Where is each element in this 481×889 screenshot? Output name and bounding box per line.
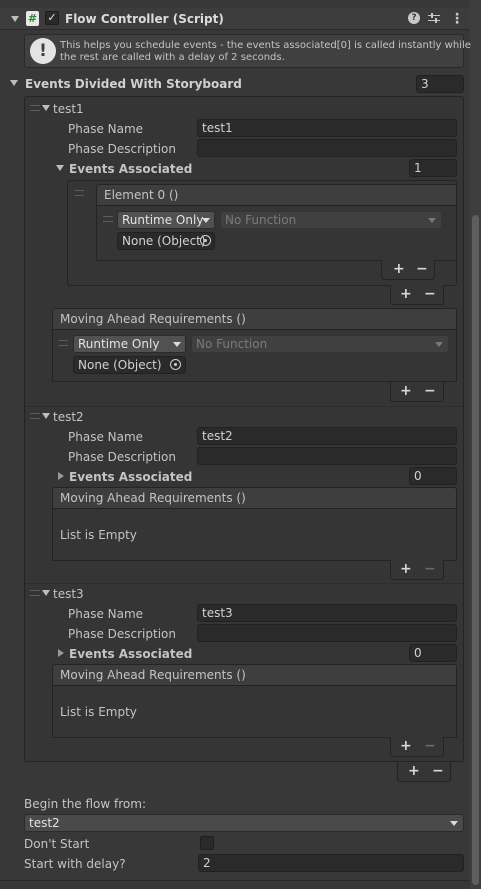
phase-description-label: Phase Description bbox=[68, 450, 176, 464]
remove-button[interactable]: − bbox=[424, 286, 436, 302]
moving-ahead-plus-minus: + − bbox=[390, 382, 444, 402]
presets-icon[interactable] bbox=[428, 12, 440, 24]
events-foldout-arrow-icon[interactable] bbox=[10, 80, 18, 86]
help-text-line2: the rest are called with a delay of 2 se… bbox=[60, 52, 285, 63]
help-box: ! This helps you schedule events - the e… bbox=[24, 34, 471, 68]
list-empty-text: List is Empty bbox=[60, 528, 137, 542]
drag-handle-icon[interactable] bbox=[74, 190, 84, 196]
dropdown-arrow-icon bbox=[428, 218, 436, 223]
events-associated-arrow-icon[interactable] bbox=[56, 165, 64, 171]
events-associated-label[interactable]: Events Associated bbox=[69, 646, 192, 662]
more-options-icon[interactable]: ⋮ bbox=[450, 11, 464, 27]
phase-foldout-arrow-icon[interactable] bbox=[42, 105, 50, 111]
events-associated-arrow-icon[interactable] bbox=[58, 649, 64, 657]
events-list-plus-minus: + − bbox=[397, 762, 451, 782]
add-button[interactable]: + bbox=[393, 261, 405, 277]
add-button[interactable]: + bbox=[400, 286, 412, 302]
component-header[interactable]: # ✓ Flow Controller (Script) ? ⋮ bbox=[0, 8, 470, 30]
phase-foldout-arrow-icon[interactable] bbox=[42, 413, 50, 419]
info-icon: ! bbox=[30, 38, 56, 64]
object-picker-icon[interactable] bbox=[200, 235, 211, 246]
events-associated-size-field[interactable]: 0 bbox=[409, 644, 457, 662]
help-text-line1: This helps you schedule events - the eve… bbox=[60, 40, 471, 51]
phase-name-field[interactable]: test2 bbox=[197, 427, 457, 445]
phase-description-field[interactable] bbox=[197, 624, 457, 642]
add-button[interactable]: + bbox=[400, 738, 412, 754]
events-associated-arrow-icon[interactable] bbox=[58, 472, 64, 480]
phase-name-label: Phase Name bbox=[68, 607, 144, 621]
phase-row-divider bbox=[25, 406, 463, 407]
phase-description-label: Phase Description bbox=[68, 142, 176, 156]
begin-flow-label: Begin the flow from: bbox=[24, 797, 146, 811]
phase-name-label: Phase Name bbox=[68, 430, 144, 444]
add-button[interactable]: + bbox=[408, 763, 420, 779]
phase-title-test3[interactable]: test3 bbox=[53, 586, 84, 602]
moving-ahead-plus-minus: + − bbox=[390, 560, 444, 580]
phase-name-field[interactable]: test1 bbox=[197, 119, 457, 137]
moving-ahead-plus-minus: + − bbox=[390, 737, 444, 757]
drag-handle-icon[interactable] bbox=[30, 105, 40, 111]
phase-description-label: Phase Description bbox=[68, 627, 176, 641]
phase-name-field[interactable]: test3 bbox=[197, 604, 457, 622]
phase-row-divider bbox=[25, 583, 463, 584]
unity-event-element-0: Element 0 () bbox=[96, 184, 457, 206]
phase-title-test2[interactable]: test2 bbox=[53, 409, 84, 425]
dropdown-arrow-icon bbox=[202, 218, 210, 223]
component-title: Flow Controller (Script) bbox=[65, 12, 224, 26]
moving-ahead-header: Moving Ahead Requirements () bbox=[52, 664, 457, 686]
add-button[interactable]: + bbox=[400, 561, 412, 577]
phase-title-test1[interactable]: test1 bbox=[53, 101, 84, 117]
drag-handle-icon[interactable] bbox=[103, 216, 113, 222]
remove-button[interactable]: − bbox=[424, 383, 436, 399]
remove-button[interactable]: − bbox=[416, 261, 428, 277]
help-icon[interactable]: ? bbox=[408, 12, 420, 24]
start-delay-label: Start with delay? bbox=[24, 857, 126, 871]
remove-button: − bbox=[424, 738, 436, 754]
events-associated-plus-minus: + − bbox=[390, 285, 444, 305]
phase-name-label: Phase Name bbox=[68, 122, 144, 136]
function-dropdown[interactable]: No Function bbox=[191, 335, 449, 353]
drag-handle-icon[interactable] bbox=[30, 590, 40, 596]
scrollbar-thumb[interactable] bbox=[472, 215, 479, 885]
moving-ahead-header: Moving Ahead Requirements () bbox=[52, 308, 457, 330]
events-size-field[interactable]: 3 bbox=[416, 75, 464, 93]
start-delay-field[interactable]: 2 bbox=[198, 854, 464, 872]
events-associated-label[interactable]: Events Associated bbox=[69, 161, 192, 177]
event-plus-minus: + − bbox=[381, 260, 435, 280]
dropdown-arrow-icon bbox=[450, 821, 458, 826]
runtime-mode-dropdown[interactable]: Runtime Only bbox=[117, 211, 215, 229]
dropdown-arrow-icon bbox=[173, 342, 181, 347]
drag-handle-icon[interactable] bbox=[58, 340, 68, 346]
foldout-arrow-icon[interactable] bbox=[11, 16, 19, 22]
phase-description-field[interactable] bbox=[197, 139, 457, 157]
bottom-divider bbox=[0, 880, 470, 881]
begin-flow-dropdown[interactable]: test2 bbox=[24, 814, 464, 832]
events-label[interactable]: Events Divided With Storyboard bbox=[25, 76, 242, 92]
events-associated-label[interactable]: Events Associated bbox=[69, 469, 192, 485]
phase-description-field[interactable] bbox=[197, 447, 457, 465]
dont-start-label: Don't Start bbox=[24, 837, 90, 851]
enabled-checkbox[interactable]: ✓ bbox=[45, 11, 59, 25]
list-empty-text: List is Empty bbox=[60, 705, 137, 719]
function-dropdown[interactable]: No Function bbox=[220, 211, 442, 229]
events-associated-size-field[interactable]: 0 bbox=[409, 467, 457, 485]
script-icon: # bbox=[26, 11, 39, 26]
dont-start-checkbox[interactable] bbox=[200, 836, 214, 850]
add-button[interactable]: + bbox=[400, 383, 412, 399]
phase-foldout-arrow-icon[interactable] bbox=[42, 590, 50, 596]
remove-button: − bbox=[424, 561, 436, 577]
drag-handle-icon[interactable] bbox=[30, 413, 40, 419]
remove-button[interactable]: − bbox=[432, 763, 444, 779]
events-associated-size-field[interactable]: 1 bbox=[409, 159, 457, 177]
dropdown-arrow-icon bbox=[435, 342, 443, 347]
object-picker-icon[interactable] bbox=[170, 359, 181, 370]
runtime-mode-dropdown[interactable]: Runtime Only bbox=[73, 335, 186, 353]
moving-ahead-header: Moving Ahead Requirements () bbox=[52, 487, 457, 509]
